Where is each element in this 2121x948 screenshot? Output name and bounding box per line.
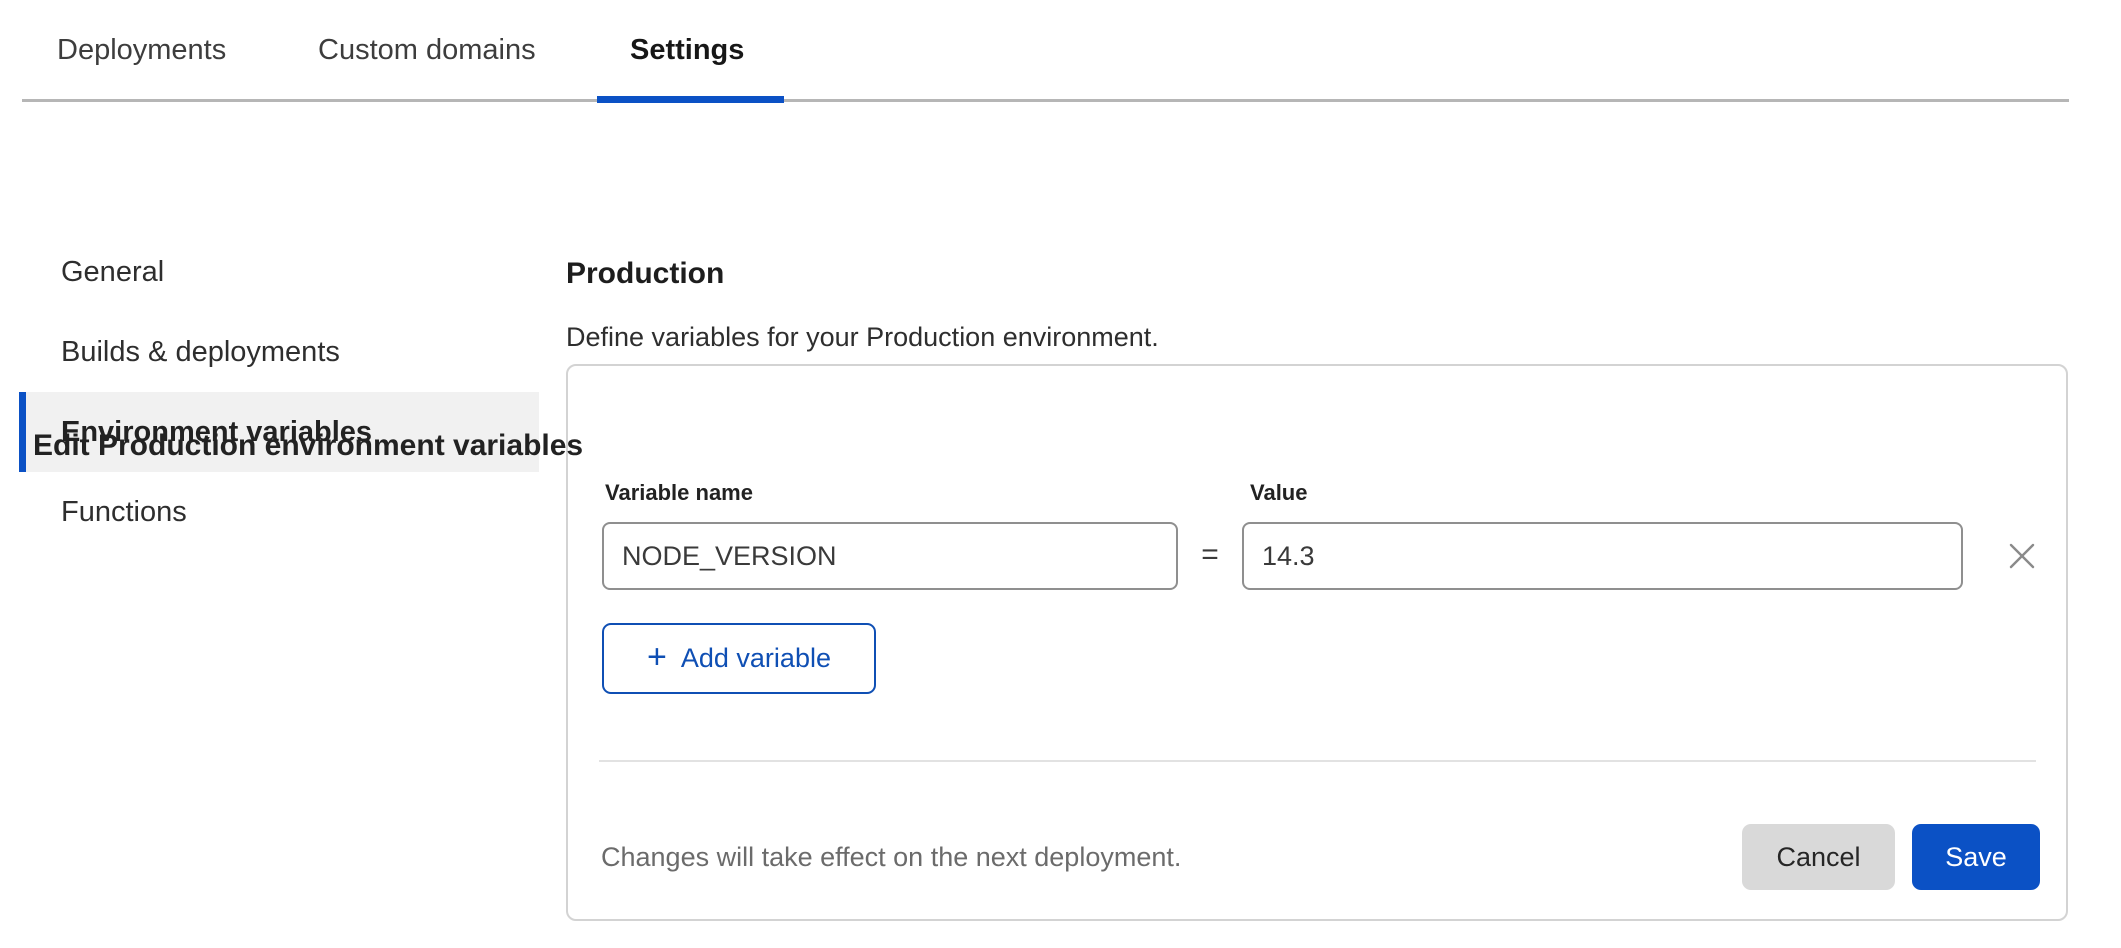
plus-icon: + [647,640,667,674]
remove-variable-button[interactable] [2000,534,2044,578]
add-variable-button[interactable]: + Add variable [602,623,876,694]
value-input[interactable] [1242,522,1963,590]
tab-deployments[interactable]: Deployments [57,33,226,67]
sidebar-item-builds-deployments[interactable]: Builds & deployments [19,312,539,392]
active-tab-underline [597,96,784,103]
sidebar-item-functions[interactable]: Functions [19,472,539,552]
footer-note: Changes will take effect on the next dep… [601,842,1181,873]
value-label: Value [1250,480,1307,506]
tab-bar: Deployments Custom domains Settings [0,0,2121,104]
variable-name-label: Variable name [605,480,753,506]
sidebar-item-general[interactable]: General [19,232,539,312]
active-item-indicator [19,392,26,472]
variable-name-input[interactable] [602,522,1178,590]
add-variable-label: Add variable [681,643,831,674]
sidebar-item-label: General [61,256,164,289]
save-button[interactable]: Save [1912,824,2040,890]
settings-sidebar: General Builds & deployments Environment… [19,232,539,552]
cancel-button[interactable]: Cancel [1742,824,1895,890]
card-title: Edit Production environment variables [33,429,583,463]
page-description: Define variables for your Production env… [566,322,1159,353]
equals-sign: = [1186,522,1234,590]
close-icon [2008,542,2036,570]
sidebar-item-label: Builds & deployments [61,336,340,369]
card-footer-divider [599,760,2036,762]
tab-settings[interactable]: Settings [630,33,744,67]
tab-custom-domains[interactable]: Custom domains [318,33,536,67]
tab-bar-divider [22,99,2069,102]
sidebar-item-label: Functions [61,496,187,529]
page-title: Production [566,257,724,291]
